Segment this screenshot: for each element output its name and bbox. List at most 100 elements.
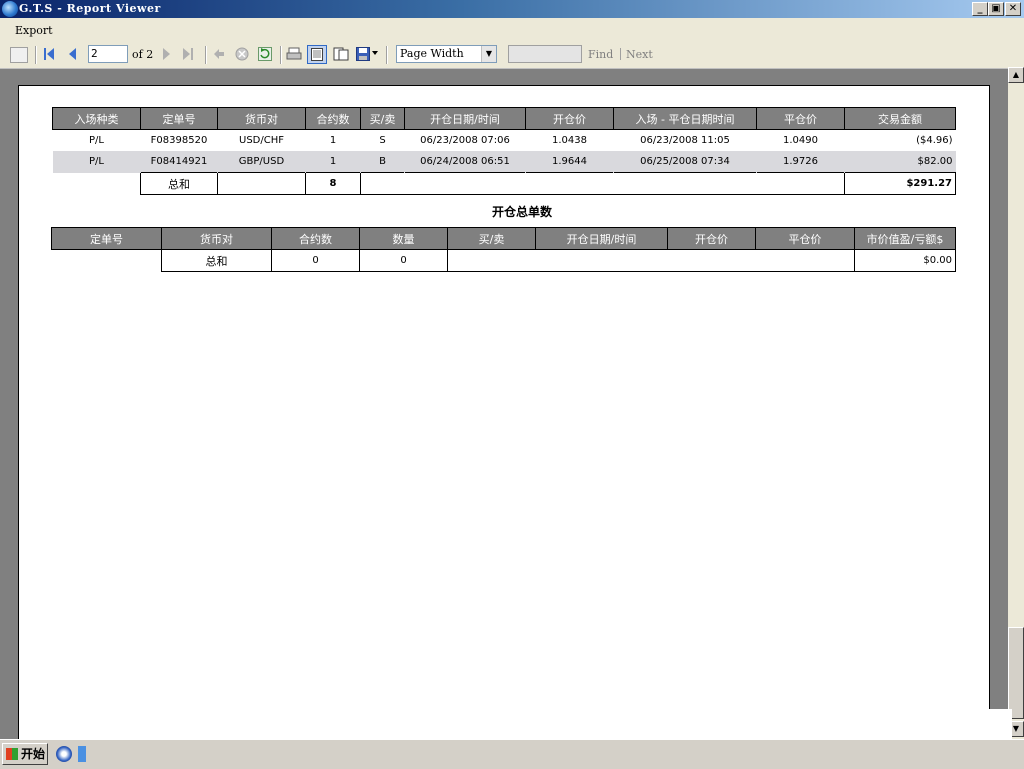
find-separator <box>620 48 621 60</box>
previous-page-icon[interactable] <box>67 47 77 61</box>
save-icon[interactable] <box>356 47 370 61</box>
table-cell: P/L <box>52 151 141 173</box>
table-cell: F08398520 <box>150 135 208 146</box>
title-bar: G.T.S - Report Viewer _ ▣ ✕ <box>0 0 1024 18</box>
toolbar-separator <box>205 46 207 64</box>
media-player-icon[interactable] <box>56 746 72 762</box>
browser-icon[interactable] <box>78 746 86 762</box>
vertical-scrollbar[interactable]: ▲ ▼ <box>1008 67 1024 739</box>
first-page-icon[interactable] <box>43 47 55 61</box>
table-cell: ($4.96) <box>916 135 953 146</box>
find-link[interactable]: Find <box>588 48 613 61</box>
current-page-input[interactable]: 2 <box>88 45 128 63</box>
column-header: 开仓日期/时间 <box>535 227 668 250</box>
toolbar-separator <box>35 46 37 64</box>
column-header: 平仓价 <box>756 107 845 130</box>
taskbar: 开始 <box>0 739 1024 769</box>
table-total-row: 总和 8 $291.27 <box>53 172 956 195</box>
page-setup-icon[interactable] <box>333 47 349 61</box>
total-amount: $291.27 <box>844 172 956 195</box>
column-header: 平仓价 <box>755 227 855 250</box>
stop-icon[interactable] <box>235 47 249 61</box>
table-cell: 06/25/2008 07:34 <box>613 151 757 173</box>
table-cell-empty <box>52 250 162 272</box>
refresh-icon[interactable] <box>258 47 272 61</box>
table-cell: 1.0490 <box>783 135 818 146</box>
report-viewport[interactable]: 入场种类 定单号 货币对 合约数 买/卖 开仓日期/时间 开仓价 入场 - 平仓… <box>0 69 1008 757</box>
next-link[interactable]: Next <box>626 48 653 61</box>
table-cell: 06/23/2008 11:05 <box>640 135 730 146</box>
print-icon[interactable] <box>286 47 302 61</box>
table-row: P/L F08398520 USD/CHF 1 S 06/23/2008 07:… <box>53 130 956 152</box>
table-cell: 1 <box>329 135 337 146</box>
find-input[interactable] <box>508 45 582 63</box>
column-header: 数量 <box>359 227 448 250</box>
table-cell: F08414921 <box>140 151 218 173</box>
table-row: P/L F08414921 GBP/USD 1 B 06/24/2008 06:… <box>52 151 956 173</box>
column-header: 开仓价 <box>667 227 756 250</box>
column-header: 定单号 <box>140 107 218 130</box>
closed-trades-table: 入场种类 定单号 货币对 合约数 买/卖 开仓日期/时间 开仓价 入场 - 平仓… <box>52 107 956 195</box>
windows-logo-icon <box>6 748 18 760</box>
app-globe-icon <box>2 1 18 17</box>
table-cell: USD/CHF <box>239 135 284 146</box>
menu-bar: Export <box>0 18 1024 42</box>
zoom-value: Page Width <box>400 47 464 60</box>
column-header: 合约数 <box>271 227 360 250</box>
zoom-select[interactable]: Page Width ▼ <box>396 45 497 63</box>
table-cell: B <box>360 151 405 173</box>
total-label: 总和 <box>161 249 272 272</box>
column-header: 合约数 <box>305 107 361 130</box>
column-header: 买/卖 <box>360 107 405 130</box>
next-page-icon[interactable] <box>162 47 172 61</box>
table-cell-empty <box>217 172 306 195</box>
table-total-row: 总和 0 0 $0.00 <box>52 249 956 272</box>
column-header: 开仓日期/时间 <box>404 107 526 130</box>
total-quantity: 0 <box>359 249 448 272</box>
table-cell: 1.9726 <box>756 151 845 173</box>
print-layout-icon <box>311 48 323 61</box>
table-cell: 1 <box>305 151 361 173</box>
column-header: 开仓价 <box>525 107 614 130</box>
total-contracts: 8 <box>305 172 361 195</box>
table-cell: 1.9644 <box>525 151 614 173</box>
column-header: 定单号 <box>51 227 162 250</box>
table-cell: S <box>379 135 386 146</box>
toolbar-separator <box>386 46 388 64</box>
print-layout-button[interactable] <box>307 45 327 64</box>
scrollbar-thumb[interactable] <box>1008 627 1024 719</box>
table-cell: 06/23/2008 07:06 <box>420 135 510 146</box>
table-header-row: 入场种类 定单号 货币对 合约数 买/卖 开仓日期/时间 开仓价 入场 - 平仓… <box>52 107 956 130</box>
column-header: 货币对 <box>217 107 306 130</box>
table-cell-empty <box>53 173 141 195</box>
page-total-text: of 2 <box>132 48 154 61</box>
save-dropdown-icon[interactable] <box>372 51 378 55</box>
table-header-row: 定单号 货币对 合约数 数量 买/卖 开仓日期/时间 开仓价 平仓价 市价值盈/… <box>51 227 956 250</box>
table-cell: 1.0438 <box>552 135 587 146</box>
table-cell: 06/24/2008 06:51 <box>404 151 526 173</box>
table-cell-empty <box>447 249 855 272</box>
start-label: 开始 <box>21 747 46 761</box>
total-value: $0.00 <box>854 249 956 272</box>
column-header: 入场种类 <box>52 107 141 130</box>
column-header: 市价值盈/亏额$ <box>854 227 956 250</box>
table-cell: GBP/USD <box>217 151 306 173</box>
table-cell: $82.00 <box>844 151 956 173</box>
menu-export[interactable]: Export <box>15 24 53 37</box>
column-header: 交易金额 <box>844 107 956 130</box>
start-button[interactable]: 开始 <box>2 743 48 765</box>
total-label: 总和 <box>140 172 218 195</box>
column-header: 入场 - 平仓日期时间 <box>613 107 757 130</box>
open-positions-table: 定单号 货币对 合约数 数量 买/卖 开仓日期/时间 开仓价 平仓价 市价值盈/… <box>51 227 956 272</box>
close-button[interactable]: ✕ <box>1005 2 1021 16</box>
minimize-button[interactable]: _ <box>972 2 988 16</box>
report-toolbar: 2 of 2 Page Width ▼ Find Next <box>0 42 1024 69</box>
total-contracts: 0 <box>271 249 360 272</box>
document-map-icon[interactable] <box>10 47 28 63</box>
chevron-down-icon[interactable]: ▼ <box>481 46 496 62</box>
table-cell-empty <box>360 172 845 195</box>
scroll-up-icon[interactable]: ▲ <box>1008 67 1024 83</box>
back-icon[interactable] <box>213 47 225 61</box>
last-page-icon[interactable] <box>182 47 194 61</box>
maximize-button[interactable]: ▣ <box>988 2 1004 16</box>
